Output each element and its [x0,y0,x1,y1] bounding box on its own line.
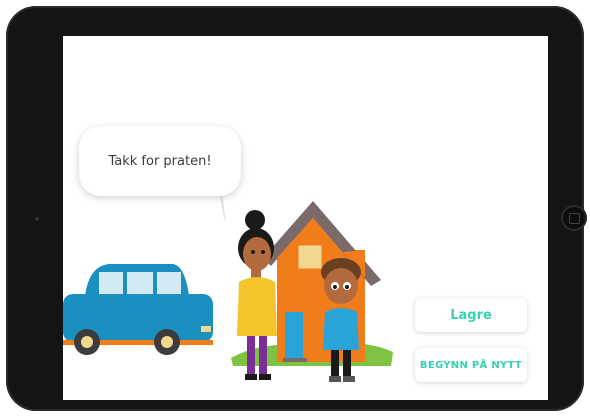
speech-bubble-text: Takk for praten! [108,153,212,169]
house-window-top [298,245,322,269]
home-button[interactable] [561,205,587,231]
speech-bubble: Takk for praten! [79,126,241,196]
restart-button[interactable]: BEGYNN PÅ NYTT [415,348,527,382]
app-screen: Takk for praten! Lagre BEGYNN PÅ NYTT [63,36,548,400]
camera-dot [35,217,39,221]
house-door [285,312,303,360]
car-illustration [63,264,213,355]
house [263,201,381,362]
scene-illustration [63,201,393,382]
save-button[interactable]: Lagre [415,298,527,332]
tablet-frame: Takk for praten! Lagre BEGYNN PÅ NYTT [6,6,587,411]
